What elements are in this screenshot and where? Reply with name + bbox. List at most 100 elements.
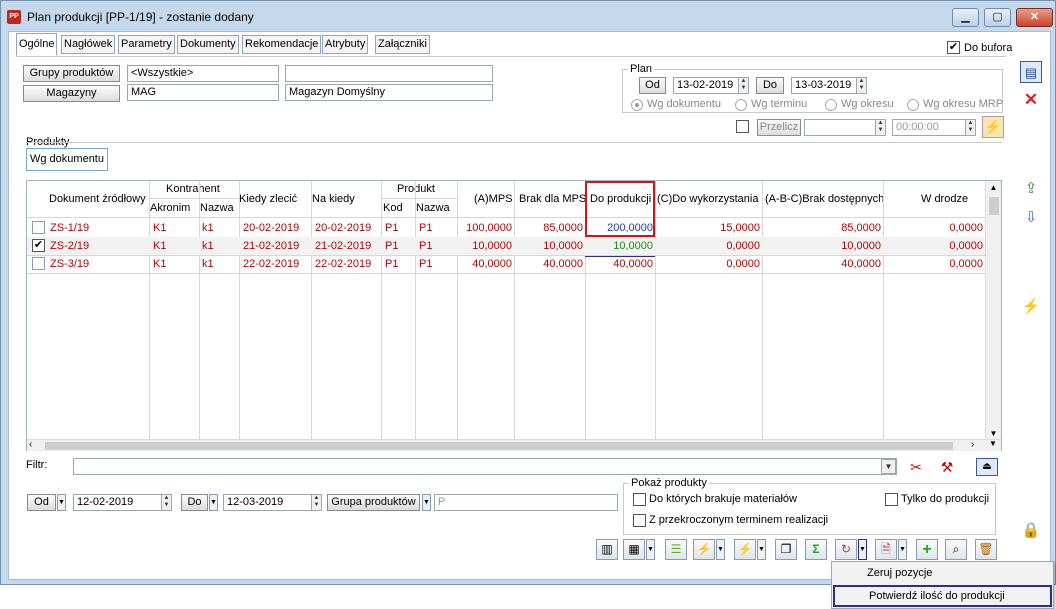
grid-settings-dropdown[interactable]: ▼ [646, 539, 655, 560]
wizard-help-icon[interactable]: ⚡ [982, 116, 1004, 138]
cell-nazwa[interactable]: k1 [202, 240, 238, 252]
tab-atrybuty[interactable]: Atrybuty [322, 35, 369, 54]
vertical-scroll-thumb[interactable] [989, 197, 999, 215]
scroll-left-icon[interactable]: ‹ [29, 439, 32, 450]
opt-brakuje-materialow-checkbox[interactable] [633, 493, 646, 506]
cell-amps[interactable]: 100,0000 [457, 222, 512, 234]
header-brak-mps[interactable]: Brak dla MPS [519, 193, 586, 205]
bottom-do-dropdown[interactable]: ▼ [209, 494, 218, 511]
cell-do-prod[interactable]: 200,0000 [585, 222, 653, 234]
tab-dokumenty[interactable]: Dokumenty [177, 35, 239, 54]
tab-ogolne[interactable]: Ogólne [16, 33, 58, 56]
minimize-button[interactable]: ▁ [952, 8, 979, 27]
bottom-od-date[interactable]: 12-02-2019 [73, 494, 172, 511]
time-spinner[interactable]: ▲ ▼ [965, 119, 976, 136]
cell-dok[interactable]: ZS-3/19 [50, 258, 148, 270]
grupy-produktow-desc[interactable] [285, 65, 493, 82]
document-dropdown[interactable]: ▼ [898, 539, 907, 560]
magazyny-button[interactable]: Magazyny [23, 85, 120, 102]
grupy-produktow-button[interactable]: Grupy produktów [23, 65, 120, 82]
close-button[interactable]: ✕ [1016, 8, 1053, 27]
scroll-right-icon[interactable]: › [971, 439, 974, 450]
scroll-down-icon[interactable]: ▼ [989, 439, 997, 448]
bottom-do-button[interactable]: Do [181, 494, 208, 511]
bottom-od-button[interactable]: Od [27, 494, 56, 511]
cell-c[interactable]: 0,0000 [655, 258, 760, 270]
magazyn-code-field[interactable]: MAG [127, 84, 279, 101]
plan-do-spinner[interactable]: ▲ ▼ [856, 77, 867, 94]
do-bufora-checkbox[interactable]: ✔ [947, 41, 960, 54]
sum-icon[interactable]: Σ [805, 539, 827, 560]
grupa-produktow-field[interactable]: P [434, 494, 618, 511]
lock-icon[interactable]: 🔒 [1020, 520, 1042, 542]
grid-settings-icon[interactable]: ▦ [623, 539, 645, 560]
bottom-do-date[interactable]: 12-03-2019 [223, 494, 322, 511]
tab-naglowek[interactable]: Nagłówek [61, 35, 116, 54]
radio-wg-terminu[interactable] [735, 99, 747, 111]
cell-brak[interactable]: 40,0000 [514, 258, 583, 270]
menu-potwierdz-ilosc[interactable]: Potwierdź ilość do produkcji [833, 585, 1052, 607]
cell-akronim[interactable]: K1 [153, 222, 197, 234]
bottom-od-spinner[interactable]: ▲ ▼ [161, 494, 172, 511]
subtab-wg-dokumentu[interactable]: Wg dokumentu [26, 148, 108, 171]
menu-zeruj-pozycje[interactable]: Zeruj pozycje [833, 563, 1052, 585]
przelicz-spinner[interactable]: ▲ ▼ [875, 119, 886, 136]
przelicz-button[interactable]: Przelicz [757, 119, 801, 136]
generate-dropdown[interactable]: ▼ [716, 539, 725, 560]
filtr-tools-icon[interactable]: ⚒ [936, 456, 958, 478]
cell-dok[interactable]: ZS-2/19 [50, 240, 148, 252]
cell-abc[interactable]: 85,0000 [762, 222, 881, 234]
grupa-produktow-button[interactable]: Grupa produktów [327, 494, 420, 511]
tab-rekomendacje[interactable]: Rekomendacje [242, 35, 322, 54]
tab-parametry[interactable]: Parametry [118, 35, 175, 54]
filtr-clear-icon[interactable]: ✂ [905, 456, 927, 478]
przelicz-field[interactable] [804, 119, 884, 136]
horizontal-scroll-thumb[interactable] [45, 442, 953, 450]
generate-icon[interactable]: ⚡ [693, 539, 715, 560]
bottom-do-spinner[interactable]: ▲ ▼ [311, 494, 322, 511]
execute-dropdown[interactable]: ▼ [757, 539, 766, 560]
cell-dok[interactable]: ZS-1/19 [50, 222, 148, 234]
header-kiedy-zlecic[interactable]: Kiedy zlecić [239, 193, 297, 205]
cell-pnazwa[interactable]: P1 [419, 222, 455, 234]
grupy-produktow-field[interactable]: <Wszystkie> [127, 65, 279, 82]
table-row[interactable]: ZS-3/19 K1 k1 22-02-2019 22-02-2019 P1 P1 40,00… [27, 255, 985, 273]
header-nazwa[interactable]: Nazwa [200, 202, 234, 214]
filtr-expand-icon[interactable]: ⏏ [976, 458, 998, 476]
radio-wg-okresu-mrp[interactable] [907, 99, 919, 111]
table-row[interactable]: ✔ ZS-2/19 K1 k1 21-02-2019 21-02-2019 P1 P1 10,0… [27, 237, 985, 255]
cell-abc[interactable]: 10,0000 [762, 240, 881, 252]
header-kod[interactable]: Kod [383, 202, 403, 214]
plan-od-date[interactable]: 13-02-2019 [673, 77, 742, 94]
cell-amps[interactable]: 10,0000 [457, 240, 512, 252]
opt-tylko-do-produkcji-checkbox[interactable] [885, 493, 898, 506]
horizontal-scrollbar[interactable]: ‹ › ▼ [27, 439, 1001, 451]
plan-od-button[interactable]: Od [639, 77, 666, 94]
document-icon[interactable]: 🗎 [875, 539, 897, 560]
cell-na-kiedy[interactable]: 22-02-2019 [315, 258, 379, 270]
cell-wdrodze[interactable]: 0,0000 [883, 222, 983, 234]
chart-icon[interactable]: ▥ [596, 539, 618, 560]
import-icon[interactable]: ⇩ [1020, 207, 1042, 229]
radio-wg-dokumentu[interactable] [631, 99, 643, 111]
header-akronim[interactable]: Akronim [150, 202, 190, 214]
cell-amps[interactable]: 40,0000 [457, 258, 512, 270]
cell-kod[interactable]: P1 [385, 258, 413, 270]
cell-brak[interactable]: 85,0000 [514, 222, 583, 234]
list-icon[interactable]: ☰ [665, 539, 687, 560]
table-row[interactable]: ZS-1/19 K1 k1 20-02-2019 20-02-2019 P1 P1 100,0… [27, 219, 985, 237]
cell-c[interactable]: 15,0000 [655, 222, 760, 234]
cell-do-prod[interactable]: 40,0000 [585, 258, 653, 270]
header-dokument[interactable]: Dokument źródłowy [49, 193, 146, 205]
filtr-input[interactable] [73, 458, 897, 475]
cancel-icon[interactable]: ✕ [1020, 89, 1042, 111]
header-prod-nazwa[interactable]: Nazwa [416, 202, 450, 214]
cell-akronim[interactable]: K1 [153, 240, 197, 252]
cell-kiedy[interactable]: 22-02-2019 [243, 258, 309, 270]
add-icon[interactable]: + [916, 539, 938, 560]
cell-abc[interactable]: 40,0000 [762, 258, 881, 270]
row-checkbox[interactable] [32, 221, 45, 234]
cell-kod[interactable]: P1 [385, 222, 413, 234]
header-abc-brak[interactable]: (A-B-C)Brak dostępnych [765, 193, 884, 205]
header-na-kiedy[interactable]: Na kiedy [312, 193, 355, 205]
